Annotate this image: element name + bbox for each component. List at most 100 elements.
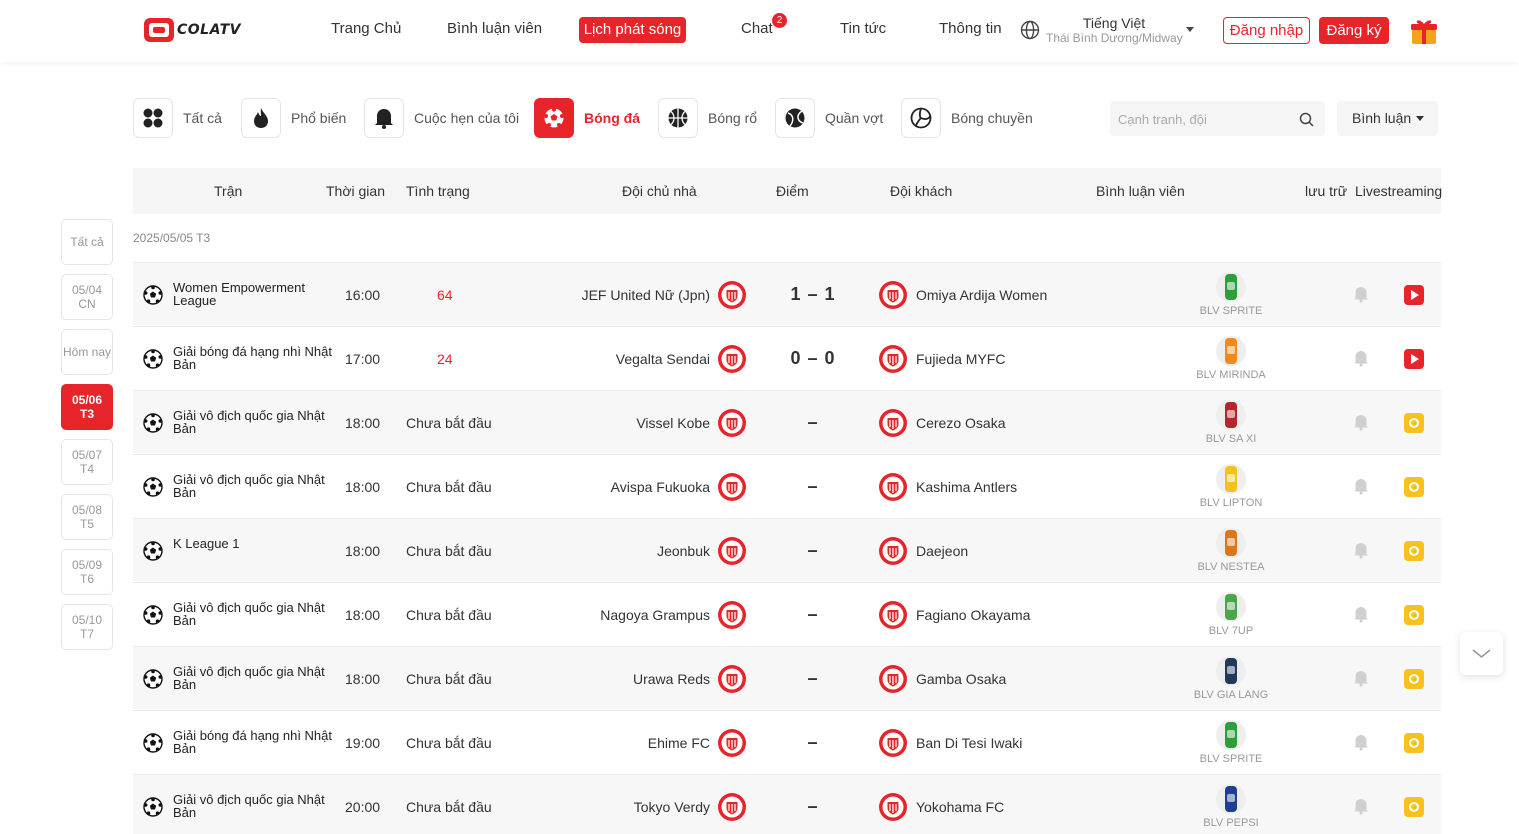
away-team: Daejeon [916, 543, 969, 559]
date-line: 05/04 [71, 283, 103, 297]
category-volleyball[interactable]: Bóng chuyền [901, 98, 1033, 138]
bell-icon[interactable] [1353, 733, 1369, 751]
reminder-icon[interactable] [1404, 605, 1424, 625]
reminder-icon[interactable] [1404, 733, 1424, 753]
scroll-down-button[interactable] [1460, 632, 1503, 675]
commentator-avatar[interactable] [1215, 271, 1247, 303]
category-all[interactable]: Tất cả [133, 98, 222, 138]
commentator-name: BLV SPRITE [1199, 305, 1263, 317]
play-icon[interactable] [1404, 349, 1424, 369]
home-team: Vegalta Sendai [615, 351, 710, 367]
league-name: Giải vô địch quốc gia Nhật Bản [173, 792, 325, 820]
date-item[interactable]: Hôm nay [61, 329, 113, 375]
match-time: 18:00 [345, 607, 381, 623]
commentator-avatar[interactable] [1215, 335, 1247, 367]
category-my-appointments[interactable]: Cuộc hẹn của tôi [364, 98, 519, 138]
date-item[interactable]: 05/10 T7 [61, 604, 113, 650]
bell-icon [375, 109, 393, 129]
nav-news[interactable]: Tin tức [840, 20, 886, 37]
commentator-avatar[interactable] [1215, 399, 1247, 431]
reminder-icon[interactable] [1404, 413, 1424, 433]
category-football[interactable]: Bóng đá [534, 98, 640, 138]
date-item[interactable]: 05/06 T3 [61, 384, 113, 430]
match-time: 18:00 [345, 543, 381, 559]
category-tennis[interactable]: Quần vợt [775, 98, 883, 138]
bell-icon[interactable] [1353, 669, 1369, 687]
home-team: Tokyo Verdy [633, 799, 710, 815]
home-team-logo [718, 665, 746, 693]
match-score: 1 – 1 [790, 284, 836, 304]
table-row[interactable]: Giải vô địch quốc gia Nhật Bản 18:00 Chưa … [133, 582, 1441, 645]
search-input[interactable] [1118, 109, 1288, 129]
reminder-icon[interactable] [1404, 477, 1424, 497]
bell-icon[interactable] [1353, 413, 1369, 431]
away-team: Cerezo Osaka [916, 415, 1006, 431]
reminder-icon[interactable] [1404, 541, 1424, 561]
commentator-avatar[interactable] [1215, 783, 1247, 815]
match-score: – [807, 476, 819, 496]
table-row[interactable]: K League 1 18:00 Chưa bắt đầu Jeonbuk – Daeje… [133, 518, 1441, 581]
bell-icon[interactable] [1353, 477, 1369, 495]
timezone-label[interactable]: Thái Bình Dương/Midway [1046, 31, 1183, 45]
language-select[interactable]: Tiếng Việt [1046, 15, 1182, 31]
bell-icon[interactable] [1353, 541, 1369, 559]
table-row[interactable]: Giải vô địch quốc gia Nhật Bản 18:00 Chưa … [133, 646, 1441, 709]
date-item[interactable]: 05/07 T4 [61, 439, 113, 485]
home-team-logo [718, 409, 746, 437]
commentator-avatar[interactable] [1215, 719, 1247, 751]
register-button[interactable]: Đăng ký [1319, 17, 1389, 44]
chevron-down-icon[interactable] [1416, 116, 1424, 121]
chevron-down-icon[interactable] [1186, 27, 1194, 32]
reminder-icon[interactable] [1404, 797, 1424, 817]
category-label: Tất cả [183, 110, 222, 126]
weekday-line: T4 [79, 462, 94, 476]
match-score: – [807, 796, 819, 816]
nav-home[interactable]: Trang Chủ [331, 20, 401, 37]
table-row[interactable]: Giải vô địch quốc gia Nhật Bản 20:00 Chưa … [133, 774, 1441, 834]
home-team: Nagoya Grampus [600, 607, 710, 623]
login-button[interactable]: Đăng nhập [1223, 17, 1310, 44]
play-icon[interactable] [1404, 285, 1424, 305]
reminder-icon[interactable] [1404, 669, 1424, 689]
search-icon[interactable] [1299, 112, 1314, 127]
nav-schedule[interactable]: Lịch phát sóng [579, 17, 686, 43]
table-row[interactable]: Women Empowerment League 16:00 64 JEF Unite… [133, 262, 1441, 325]
date-item[interactable]: 05/08 T5 [61, 494, 113, 540]
table-row[interactable]: Giải bóng đá hạng nhì Nhật Bản 17:00 24 Veg… [133, 326, 1441, 389]
soccer-ball-icon [143, 669, 163, 689]
date-item[interactable]: 05/09 T6 [61, 549, 113, 595]
commentator-name: BLV LIPTON [1199, 497, 1263, 509]
tv-logo-icon [144, 18, 174, 42]
globe-icon[interactable] [1020, 20, 1040, 40]
bell-icon[interactable] [1353, 285, 1369, 303]
match-score: – [807, 732, 819, 752]
bell-icon[interactable] [1353, 605, 1369, 623]
table-row[interactable]: Giải vô địch quốc gia Nhật Bản 18:00 Chưa … [133, 390, 1441, 453]
commentator-avatar[interactable] [1215, 527, 1247, 559]
table-row[interactable]: Giải vô địch quốc gia Nhật Bản 18:00 Chưa … [133, 454, 1441, 517]
commentator-name: BLV GIA LANG [1193, 689, 1269, 701]
nav-commentators[interactable]: Bình luận viên [447, 20, 542, 37]
commentator-avatar[interactable] [1215, 463, 1247, 495]
match-status: Chưa bắt đầu [406, 479, 492, 495]
category-popular[interactable]: Phổ biến [241, 98, 346, 138]
nav-info[interactable]: Thông tin [939, 20, 1002, 37]
commentator-name: BLV 7UP [1208, 625, 1254, 637]
commentator-avatar[interactable] [1215, 591, 1247, 623]
date-item[interactable]: 05/04 CN [61, 274, 113, 320]
column-header: Đội khách [890, 183, 953, 199]
bell-icon[interactable] [1353, 797, 1369, 815]
category-basketball[interactable]: Bóng rổ [658, 98, 757, 138]
commentator-avatar[interactable] [1215, 655, 1247, 687]
colatv-logo[interactable]: COLATV [144, 16, 254, 44]
bell-icon[interactable] [1353, 349, 1369, 367]
home-team: Urawa Reds [632, 671, 710, 687]
nav-chat[interactable]: Chat [741, 20, 773, 37]
weekday-line: T7 [79, 627, 94, 641]
gift-icon[interactable] [1409, 16, 1439, 46]
date-item[interactable]: Tất cả [61, 219, 113, 265]
date-line: 05/10 [71, 613, 103, 627]
table-row[interactable]: Giải bóng đá hạng nhì Nhật Bản 19:00 Chưa … [133, 710, 1441, 773]
basketball-icon [668, 108, 688, 128]
match-status: Chưa bắt đầu [406, 543, 492, 559]
